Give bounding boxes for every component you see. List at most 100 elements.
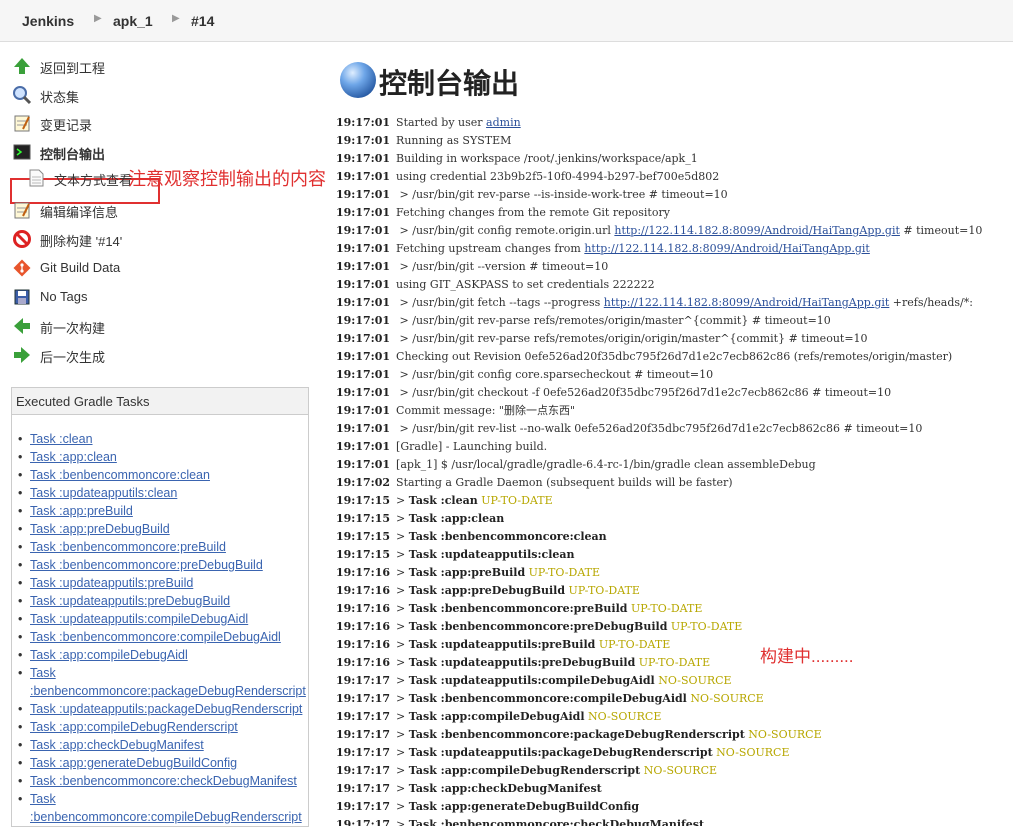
annotation-left: 注意观察控制输出的内容: [128, 169, 326, 189]
console-task-status: NO-SOURCE: [654, 674, 732, 687]
breadcrumb-jenkins[interactable]: Jenkins: [22, 13, 74, 29]
task-edit-build-info[interactable]: 编辑编译信息: [12, 196, 312, 222]
console-message: > Task :benbencommoncore:preDebugBuild U…: [396, 620, 742, 633]
console-link[interactable]: admin: [486, 116, 521, 129]
console-timestamp: 19:17:17: [336, 782, 391, 795]
console-link[interactable]: http://122.114.182.8:8099/Android/HaiTan…: [584, 242, 870, 255]
console-line: 19:17:01 Building in workspace /root/.jen…: [336, 150, 698, 168]
gradle-task-link[interactable]: Task :app:clean: [30, 450, 117, 464]
gradle-task-item: Task :benbencommoncore:compileDebugRende…: [16, 790, 306, 826]
console-line: 19:17:01 [apk_1] $ /usr/local/gradle/grad…: [336, 456, 816, 474]
gradle-task-link[interactable]: Task :benbencommoncore:preBuild: [30, 540, 226, 554]
gradle-task-link[interactable]: Task :clean: [30, 432, 93, 446]
console-message: > Task :updateapputils:compileDebugAidl …: [396, 674, 732, 687]
task-delete-build[interactable]: 删除构建 '#14': [12, 225, 312, 251]
console-task: Task :benbencommoncore:checkDebugManifes…: [408, 818, 705, 826]
gradle-task-link[interactable]: Task :app:checkDebugManifest: [30, 738, 204, 752]
console-text: >: [396, 782, 409, 795]
console-task: Task :updateapputils:compileDebugAidl: [408, 674, 655, 687]
console-line: 19:17:16 > Task :benbencommoncore:preDebu…: [336, 618, 742, 636]
console-task: Task :app:preDebugBuild: [408, 584, 566, 597]
console-timestamp: 19:17:01: [336, 278, 391, 291]
gradle-task-link[interactable]: Task :app:preBuild: [30, 504, 133, 518]
console-line: 19:17:17 > Task :app:generateDebugBuildCo…: [336, 798, 639, 816]
console-text: > /usr/bin/git fetch --tags --progress: [396, 296, 604, 309]
gradle-task-item: Task :benbencommoncore:packageDebugRende…: [16, 664, 306, 700]
console-task-status: UP-TO-DATE: [667, 620, 743, 633]
gradle-task-item: Task :updateapputils:preBuild: [16, 574, 306, 592]
console-task: Task :updateapputils:clean: [408, 548, 575, 561]
task-previous-build[interactable]: 前一次构建: [12, 312, 312, 338]
console-message: > Task :app:preBuild UP-TO-DATE: [396, 566, 600, 579]
console-line: 19:17:16 > Task :app:preBuild UP-TO-DATE: [336, 564, 600, 582]
gradle-task-item: Task :benbencommoncore:compileDebugAidl: [16, 628, 306, 646]
breadcrumb-apk-1[interactable]: apk_1: [113, 13, 153, 29]
console-timestamp: 19:17:01: [336, 368, 391, 381]
gradle-task-link[interactable]: Task :benbencommoncore:compileDebugRende…: [30, 792, 302, 824]
gradle-task-link[interactable]: Task :benbencommoncore:preDebugBuild: [30, 558, 263, 572]
console-link[interactable]: http://122.114.182.8:8099/Android/HaiTan…: [614, 224, 900, 237]
gradle-task-link[interactable]: Task :app:compileDebugAidl: [30, 648, 188, 662]
gradle-task-link[interactable]: Task :updateapputils:compileDebugAidl: [30, 612, 248, 626]
gradle-task-link[interactable]: Task :updateapputils:preBuild: [30, 576, 193, 590]
console-message: Checking out Revision 0efe526ad20f35dbc7…: [396, 350, 952, 363]
task-no-tags[interactable]: No Tags: [12, 283, 312, 309]
console-timestamp: 19:17:15: [336, 512, 391, 525]
task-back-to-project[interactable]: 返回到工程: [12, 52, 312, 78]
console-timestamp: 19:17:01: [336, 404, 391, 417]
task-label: 控制台输出: [40, 147, 106, 162]
console-link[interactable]: http://122.114.182.8:8099/Android/HaiTan…: [604, 296, 890, 309]
console-task-status: NO-SOURCE: [744, 728, 822, 741]
task-label: 返回到工程: [40, 61, 106, 76]
console-timestamp: 19:17:17: [336, 692, 391, 705]
console-line: 19:17:17 > Task :benbencommoncore:package…: [336, 726, 822, 744]
gradle-task-link[interactable]: Task :updateapputils:packageDebugRenders…: [30, 702, 302, 716]
gradle-task-item: Task :updateapputils:preDebugBuild: [16, 592, 306, 610]
console-message: > Task :updateapputils:packageDebugRende…: [396, 746, 789, 759]
console-text: > /usr/bin/git rev-list --no-walk 0efe52…: [396, 422, 923, 435]
gradle-task-link[interactable]: Task :app:generateDebugBuildConfig: [30, 756, 237, 770]
gradle-task-link[interactable]: Task :benbencommoncore:checkDebugManifes…: [30, 774, 297, 788]
gradle-task-link[interactable]: Task :benbencommoncore:clean: [30, 468, 210, 482]
console-message: > Task :benbencommoncore:packageDebugRen…: [396, 728, 822, 741]
console-text: >: [396, 674, 409, 687]
breadcrumb-build-14[interactable]: #14: [191, 13, 214, 29]
gradle-task-link[interactable]: Task :app:compileDebugRenderscript: [30, 720, 238, 734]
console-line: 19:17:17 > Task :benbencommoncore:checkDe…: [336, 816, 704, 826]
gradle-task-link[interactable]: Task :app:preDebugBuild: [30, 522, 170, 536]
console-text: >: [396, 692, 409, 705]
gradle-task-link[interactable]: Task :benbencommoncore:packageDebugRende…: [30, 666, 306, 698]
task-git-build-data[interactable]: Git Build Data: [12, 254, 312, 280]
task-next-build[interactable]: 后一次生成: [12, 341, 312, 367]
gradle-task-item: Task :updateapputils:clean: [16, 484, 306, 502]
page-title: 控制台输出: [379, 68, 520, 99]
gradle-task-link[interactable]: Task :updateapputils:preDebugBuild: [30, 594, 230, 608]
gradle-task-link[interactable]: Task :benbencommoncore:compileDebugAidl: [30, 630, 281, 644]
gradle-task-link[interactable]: Task :updateapputils:clean: [30, 486, 177, 500]
console-timestamp: 19:17:01: [336, 242, 391, 255]
console-text: >: [396, 764, 409, 777]
task-changes[interactable]: 变更记录: [12, 109, 312, 135]
console-timestamp: 19:17:17: [336, 710, 391, 723]
console-timestamp: 19:17:16: [336, 638, 391, 651]
console-line: 19:17:17 > Task :updateapputils:packageDe…: [336, 744, 789, 762]
console-line: 19:17:01 Fetching upstream changes from h…: [336, 240, 870, 258]
console-task: Task :benbencommoncore:compileDebugAidl: [408, 692, 687, 705]
console-message: > Task :app:clean: [396, 512, 504, 525]
console-message: Fetching upstream changes from http://12…: [396, 242, 870, 255]
breadcrumb-separator-icon: ▶: [172, 13, 180, 24]
console-timestamp: 19:17:15: [336, 530, 391, 543]
console-line: 19:17:01 Checking out Revision 0efe526ad2…: [336, 348, 952, 366]
gradle-task-item: Task :app:preDebugBuild: [16, 520, 306, 538]
console-message: > Task :benbencommoncore:clean: [396, 530, 607, 543]
console-task: Task :benbencommoncore:packageDebugRende…: [408, 728, 745, 741]
console-message: > /usr/bin/git rev-list --no-walk 0efe52…: [396, 422, 923, 435]
console-message: > Task :clean UP-TO-DATE: [396, 494, 553, 507]
gradle-task-item: Task :updateapputils:packageDebugRenders…: [16, 700, 306, 718]
task-status[interactable]: 状态集: [12, 81, 312, 107]
console-message: using credential 23b9b2f5-10f0-4994-b297…: [396, 170, 719, 183]
console-timestamp: 19:17:01: [336, 170, 391, 183]
task-label: 状态集: [40, 90, 80, 105]
console-timestamp: 19:17:02: [336, 476, 391, 489]
task-console-output[interactable]: 控制台输出: [12, 138, 312, 164]
